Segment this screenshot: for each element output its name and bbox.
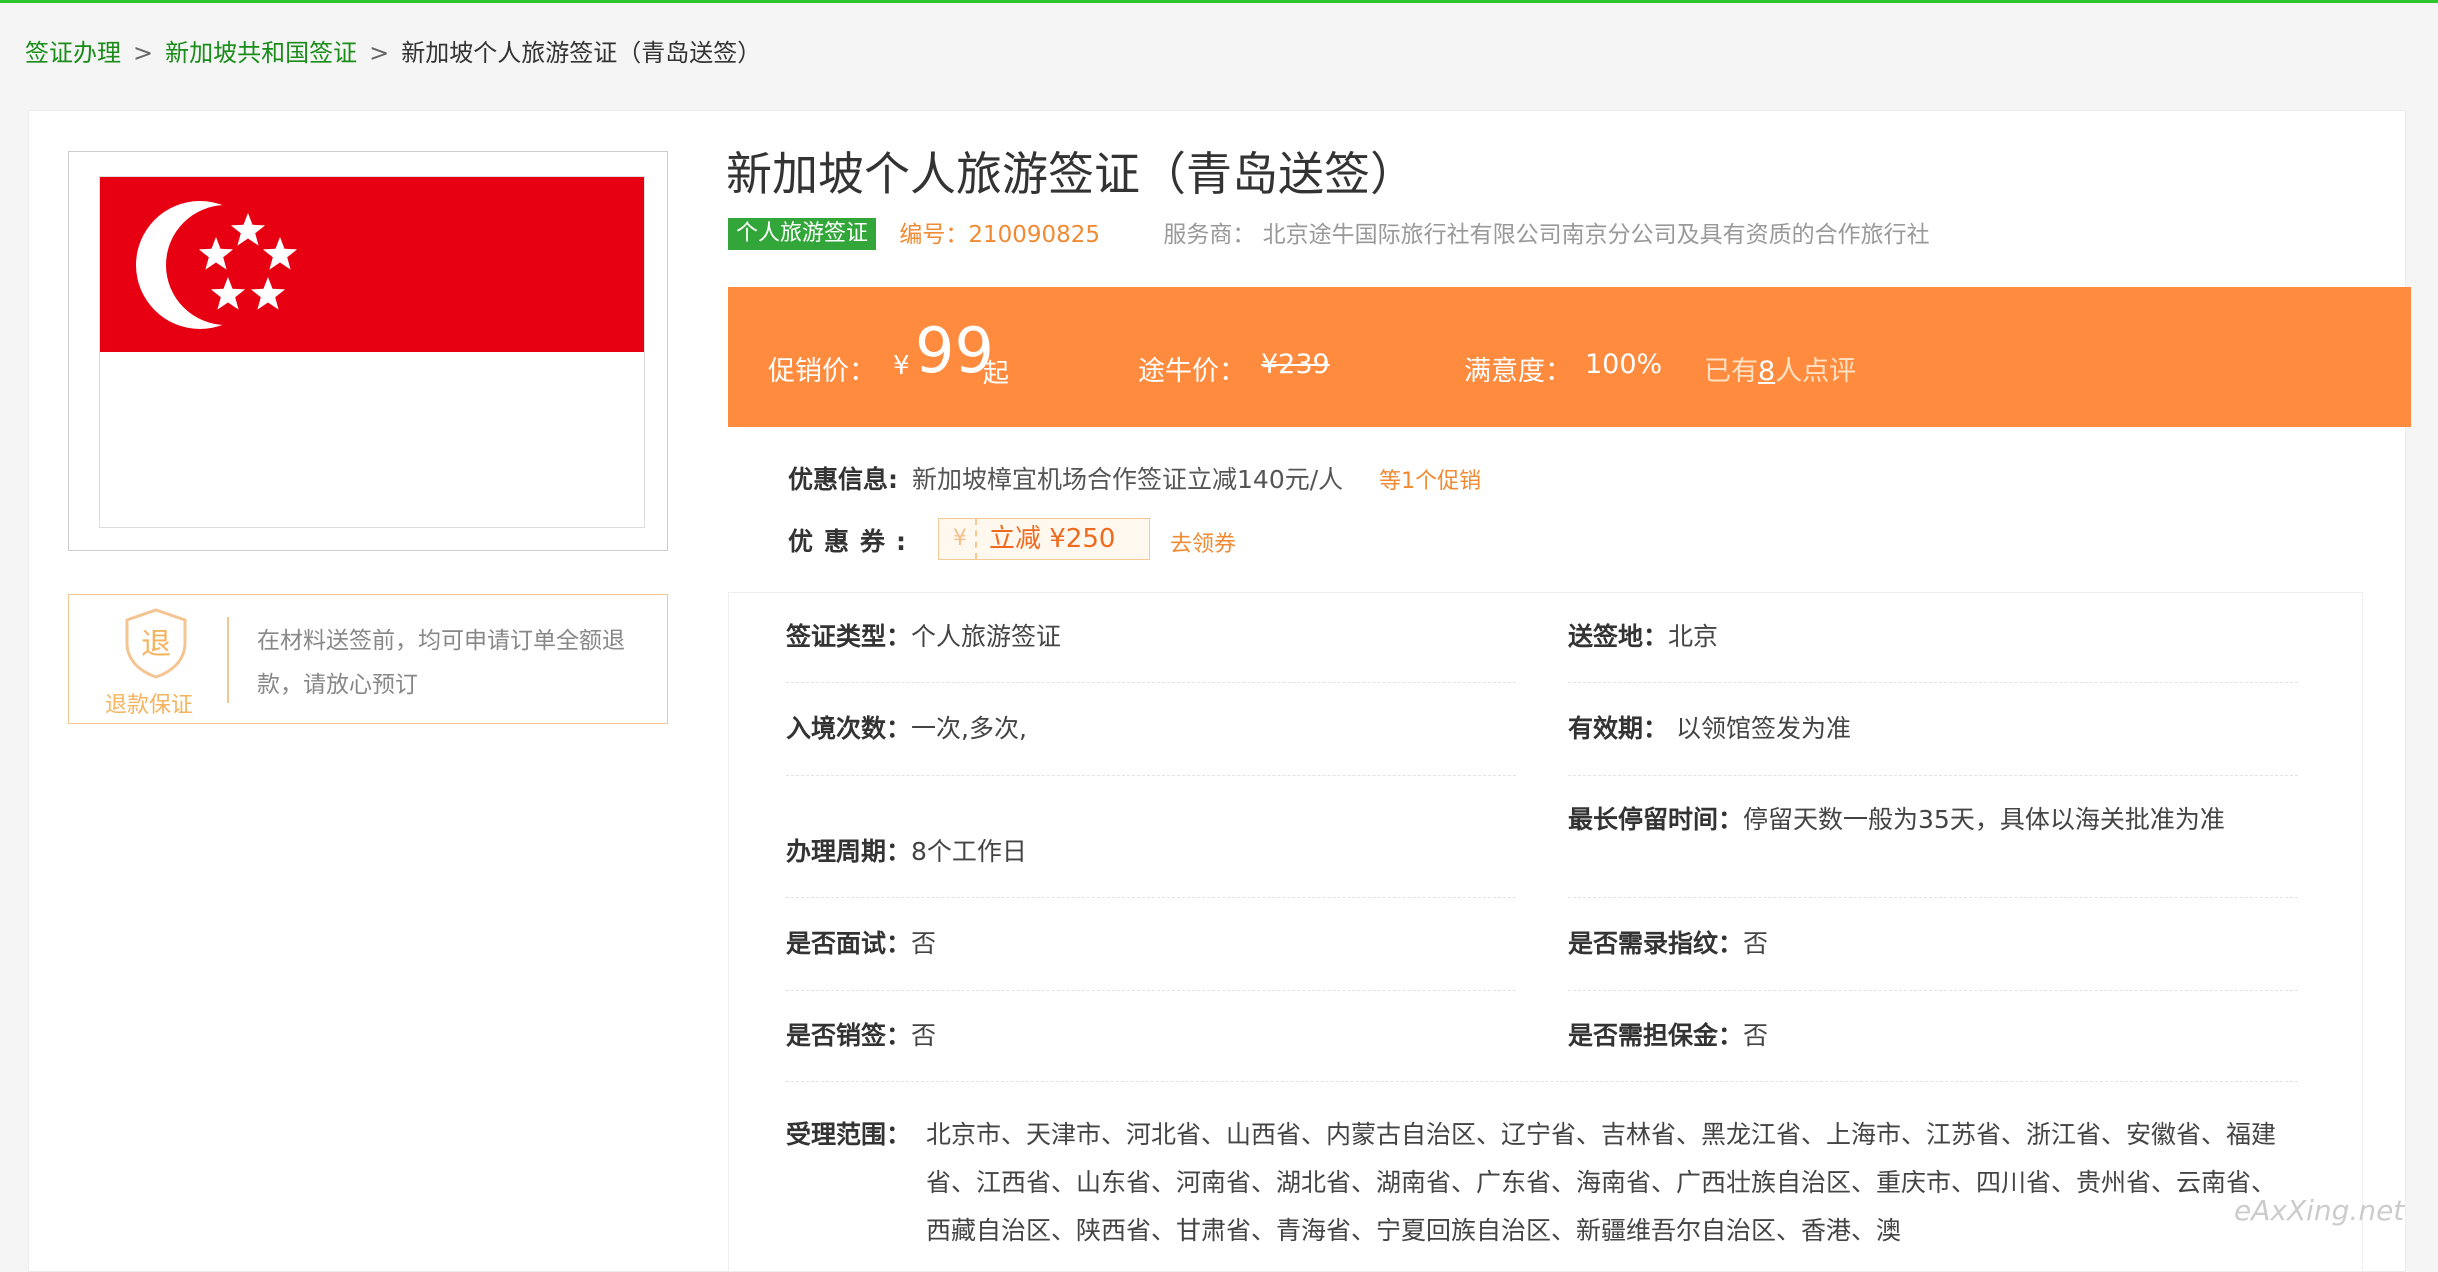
product-meta: 个人旅游签证 编号：210090825 服务商： 北京途牛国际旅行社有限公司南京… [728, 218, 1930, 252]
field-entries: 入境次数：一次,多次, [786, 714, 1506, 744]
breadcrumb-link-visa[interactable]: 签证办理 [25, 39, 121, 67]
row-divider [1568, 897, 2298, 898]
field-key: 送签地： [1568, 622, 1669, 651]
field-validity: 有效期： 以领馆签发为准 [1568, 714, 2298, 744]
field-value: 一次,多次, [911, 714, 1027, 743]
singapore-flag-image [99, 176, 645, 528]
tuniu-price-value: ¥239 [1261, 349, 1330, 380]
field-key: 是否需担保金： [1568, 1021, 1744, 1050]
refund-guarantee-label: 退款保证 [105, 693, 194, 718]
field-value: 否 [1743, 1021, 1769, 1050]
row-divider [786, 1081, 2298, 1082]
satisfaction-value: 100% [1585, 349, 1663, 380]
field-key: 入境次数： [786, 714, 912, 743]
field-key: 受理范围： [786, 1120, 912, 1149]
promo-price-label: 促销价： [768, 356, 876, 387]
field-cancel: 是否销签：否 [786, 1021, 1506, 1051]
field-key: 是否需录指纹： [1568, 929, 1744, 958]
row-divider [786, 775, 1516, 776]
reviews-link[interactable]: 已有8人点评 [1704, 349, 1856, 388]
top-accent-line [0, 0, 2438, 3]
field-value: 北京市、天津市、河北省、山西省、内蒙古自治区、辽宁省、吉林省、黑龙江省、上海市、… [926, 1120, 2277, 1245]
price-bar: 促销价： ¥ 99 起 途牛价： ¥239 满意度： 100% 已有8人点评 [728, 287, 2411, 427]
product-title: 新加坡个人旅游签证（青岛送签） [726, 147, 1416, 201]
breadcrumb-separator: > [133, 39, 154, 67]
field-period: 办理周期：8个工作日 [786, 837, 1506, 867]
field-deposit: 是否需担保金：否 [1568, 1021, 2298, 1051]
field-key: 是否面试： [786, 929, 912, 958]
coupon-label: 优惠券: [788, 527, 917, 556]
row-divider [1568, 990, 2298, 991]
reviews-count: 8 [1758, 356, 1776, 387]
row-divider [786, 990, 1516, 991]
reviews-suffix: 人点评 [1775, 356, 1857, 387]
breadcrumb-link-singapore[interactable]: 新加坡共和国签证 [165, 39, 357, 67]
promo-info-text: 新加坡樟宜机场合作签证立减140元/人 [912, 465, 1344, 494]
row-divider [1568, 682, 2298, 683]
field-key: 是否销签： [786, 1021, 912, 1050]
field-visa-type: 签证类型：个人旅游签证 [786, 622, 1506, 652]
field-value: 北京 [1668, 622, 1719, 651]
field-value: 否 [911, 929, 937, 958]
field-value: 停留天数一般为35天，具体以海关批准为准 [1743, 805, 2225, 834]
field-key: 办理周期： [786, 837, 912, 866]
watermark: eAxXing.net [2234, 1194, 2405, 1227]
breadcrumb-separator: > [369, 39, 390, 67]
tuniu-price-label: 途牛价： [1138, 356, 1246, 387]
row-divider [786, 897, 1516, 898]
field-value: 否 [1743, 929, 1769, 958]
coupon-value: 立减 ¥250 [989, 524, 1116, 554]
row-divider [786, 682, 1516, 683]
promo-info-row: 优惠信息: 新加坡樟宜机场合作签证立减140元/人 等1个促销 [788, 462, 1481, 500]
breadcrumb-current: 新加坡个人旅游签证（青岛送签） [401, 39, 762, 67]
supplier-text: 服务商： 北京途牛国际旅行社有限公司南京分公司及具有资质的合作旅行社 [1163, 222, 1930, 248]
promo-price-currency: ¥ [893, 351, 910, 381]
refund-guarantee-box: 退 退款保证 在材料送签前，均可申请订单全额退款，请放心预订 [68, 594, 668, 724]
field-fingerprint: 是否需录指纹：否 [1568, 929, 2298, 959]
get-coupon-link[interactable]: 去领券 [1170, 526, 1236, 558]
field-key: 签证类型： [786, 622, 912, 651]
svg-text:退: 退 [141, 627, 171, 662]
guarantee-divider [227, 617, 229, 703]
coupon-yen-icon: ¥ [945, 519, 977, 559]
coupon-ticket[interactable]: ¥ 立减 ¥250 [938, 518, 1150, 560]
field-value: 以领馆签发为准 [1668, 714, 1851, 743]
field-send-place: 送签地：北京 [1568, 622, 2298, 652]
product-code: 编号：210090825 [899, 222, 1101, 248]
promo-price-from: 起 [983, 359, 1010, 389]
refund-shield-icon: 退 [121, 607, 191, 679]
visa-type-tag: 个人旅游签证 [728, 218, 877, 250]
field-interview: 是否面试：否 [786, 929, 1506, 959]
field-value: 8个工作日 [911, 837, 1027, 866]
row-divider [1568, 775, 2298, 776]
satisfaction-label: 满意度： [1464, 356, 1572, 387]
field-value: 否 [911, 1021, 937, 1050]
field-value: 个人旅游签证 [911, 622, 1062, 651]
product-image-box [68, 151, 668, 551]
refund-guarantee-text: 在材料送签前，均可申请订单全额退款，请放心预订 [257, 628, 625, 698]
promo-info-label: 优惠信息: [788, 465, 898, 494]
field-key: 最长停留时间： [1568, 805, 1744, 834]
field-key: 有效期： [1568, 714, 1669, 743]
field-max-stay: 最长停留时间：停留天数一般为35天，具体以海关批准为准 [1568, 807, 2288, 833]
reviews-prefix: 已有 [1704, 356, 1758, 387]
more-promos-link[interactable]: 等1个促销 [1379, 469, 1481, 494]
breadcrumb: 签证办理 > 新加坡共和国签证 > 新加坡个人旅游签证（青岛送签） [25, 36, 761, 70]
